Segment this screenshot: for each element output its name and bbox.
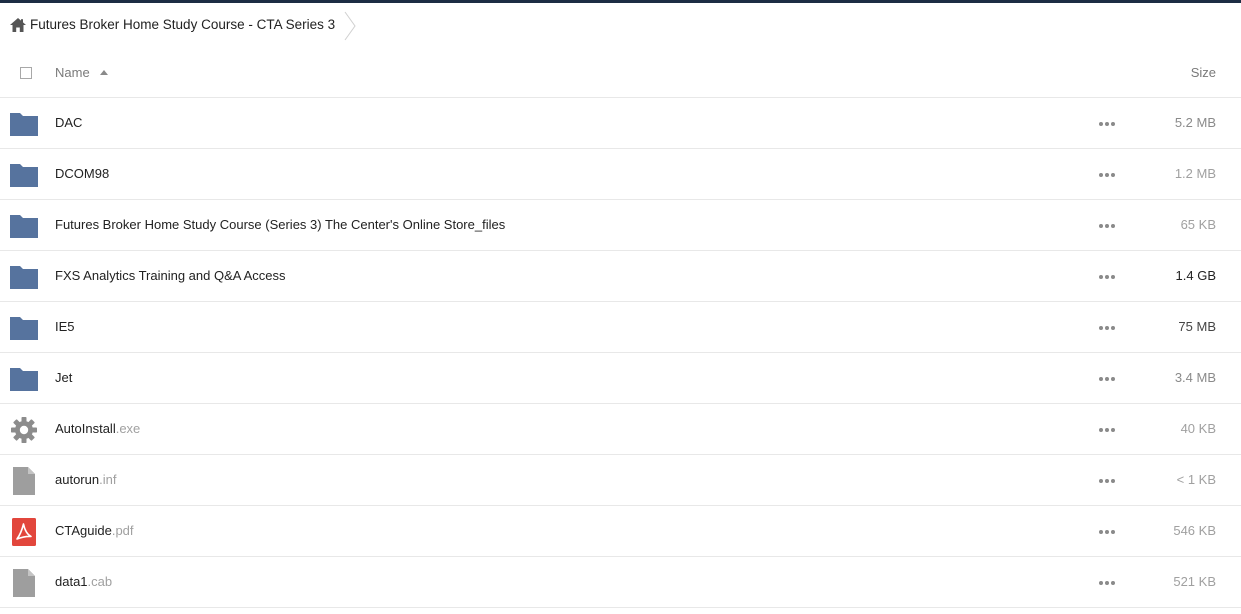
breadcrumb: Futures Broker Home Study Course - CTA S… [0,3,1241,47]
file-row[interactable]: Futures Broker Home Study Course (Series… [0,200,1241,251]
file-basename: IE5 [55,319,75,334]
file-size: 40 KB [1180,421,1216,436]
file-row[interactable]: AutoInstall.exe 40 KB [0,404,1241,455]
file-name[interactable]: data1.cab [55,574,112,589]
home-icon[interactable] [10,18,26,32]
more-actions-icon[interactable] [1099,223,1115,229]
file-extension: .pdf [111,523,134,538]
more-actions-icon[interactable] [1099,529,1115,535]
more-actions-icon[interactable] [1099,274,1115,280]
more-actions-icon[interactable] [1099,376,1115,382]
size-column-header[interactable]: Size [1191,65,1216,80]
file-row[interactable]: DAC 5.2 MB [0,98,1241,149]
file-icon[interactable] [10,467,38,495]
file-size: 65 KB [1180,217,1216,232]
file-name[interactable]: CTAguide.pdf [55,523,134,538]
folder-icon[interactable] [10,212,38,240]
file-basename: autorun [55,472,100,487]
file-extension: .inf [99,472,117,487]
file-extension: .exe [115,421,141,436]
select-all-checkbox[interactable] [20,67,32,79]
file-row[interactable]: autorun.inf < 1 KB [0,455,1241,506]
folder-icon[interactable] [10,314,38,342]
file-basename: FXS Analytics Training and Q&A Access [55,268,286,283]
file-basename: data1 [55,574,88,589]
file-basename: Futures Broker Home Study Course (Series… [55,217,506,232]
name-column-header[interactable]: Name [55,65,90,80]
folder-icon[interactable] [10,263,38,291]
file-basename: AutoInstall [55,421,116,436]
file-row[interactable]: DCOM98 1.2 MB [0,149,1241,200]
file-list: DAC 5.2 MB DCOM98 1.2 MB Futures Broker Home… [0,98,1241,608]
file-name[interactable]: FXS Analytics Training and Q&A Access [55,268,286,283]
file-name[interactable]: Jet [55,370,72,385]
file-size: 546 KB [1173,523,1216,538]
breadcrumb-separator-icon [344,11,356,41]
file-name[interactable]: Futures Broker Home Study Course (Series… [55,217,505,232]
more-actions-icon[interactable] [1099,478,1115,484]
file-row[interactable]: IE5 75 MB [0,302,1241,353]
file-name[interactable]: DAC [55,115,82,130]
more-actions-icon[interactable] [1099,580,1115,586]
file-row[interactable]: FXS Analytics Training and Q&A Access 1.4… [0,251,1241,302]
more-actions-icon[interactable] [1099,427,1115,433]
file-size: 521 KB [1173,574,1216,589]
file-size: < 1 KB [1176,472,1216,487]
file-size: 5.2 MB [1174,115,1216,130]
file-row[interactable]: CTAguide.pdf 546 KB [0,506,1241,557]
pdf-icon[interactable] [10,518,38,546]
file-size: 3.4 MB [1174,370,1216,385]
file-basename: DAC [55,115,83,130]
file-name[interactable]: IE5 [55,319,75,334]
file-basename: CTAguide [55,523,112,538]
file-size: 1.2 MB [1174,166,1216,181]
file-row[interactable]: Jet 3.4 MB [0,353,1241,404]
more-actions-icon[interactable] [1099,325,1115,331]
file-size: 1.4 GB [1175,268,1216,283]
file-basename: DCOM98 [55,166,110,181]
more-actions-icon[interactable] [1099,121,1115,127]
file-extension: .cab [87,574,113,589]
breadcrumb-current[interactable]: Futures Broker Home Study Course - CTA S… [30,17,335,32]
file-name[interactable]: AutoInstall.exe [55,421,140,436]
file-basename: Jet [55,370,73,385]
file-name[interactable]: autorun.inf [55,472,116,487]
gear-icon[interactable] [10,416,38,444]
file-name[interactable]: DCOM98 [55,166,109,181]
file-row[interactable]: data1.cab 521 KB [0,557,1241,608]
file-list-header: Name Size [0,47,1241,98]
folder-icon[interactable] [10,365,38,393]
file-icon[interactable] [10,569,38,597]
sort-ascending-icon[interactable] [100,70,108,75]
more-actions-icon[interactable] [1099,172,1115,178]
folder-icon[interactable] [10,110,38,138]
file-size: 75 MB [1178,319,1216,334]
folder-icon[interactable] [10,161,38,189]
